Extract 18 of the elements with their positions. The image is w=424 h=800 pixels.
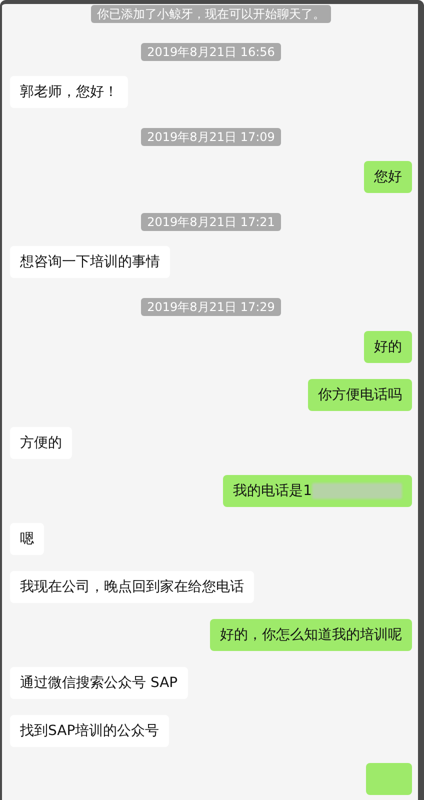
message-bubble: 好的，你怎么知道我的培训呢 xyxy=(210,619,412,651)
message-bubble: 通过微信搜索公众号 SAP xyxy=(10,667,188,699)
message-bubble: 你方便电话吗 xyxy=(308,379,412,411)
message-bubble: 好的 xyxy=(364,331,412,363)
timestamp: 2019年8月21日 17:09 xyxy=(141,128,281,146)
message-bubble: 方便的 xyxy=(10,427,72,459)
message-bubble: 我现在公司，晚点回到家在给您电话 xyxy=(10,571,254,603)
timestamp: 2019年8月21日 17:21 xyxy=(141,213,281,231)
message-bubble xyxy=(366,763,412,795)
timestamp: 2019年8月21日 16:56 xyxy=(141,43,281,61)
message-bubble: 郭老师，您好！ xyxy=(10,76,128,108)
system-notice: 你已添加了小鲸牙，现在可以开始聊天了。 xyxy=(91,5,331,23)
timestamp: 2019年8月21日 17:29 xyxy=(141,298,281,316)
message-bubble: 我的电话是1 xyxy=(223,475,412,507)
message-bubble: 嗯 xyxy=(10,523,44,555)
message-bubble: 您好 xyxy=(364,161,412,193)
message-bubble: 想咨询一下培训的事情 xyxy=(10,246,170,278)
message-bubble: 找到SAP培训的公众号 xyxy=(10,715,170,747)
